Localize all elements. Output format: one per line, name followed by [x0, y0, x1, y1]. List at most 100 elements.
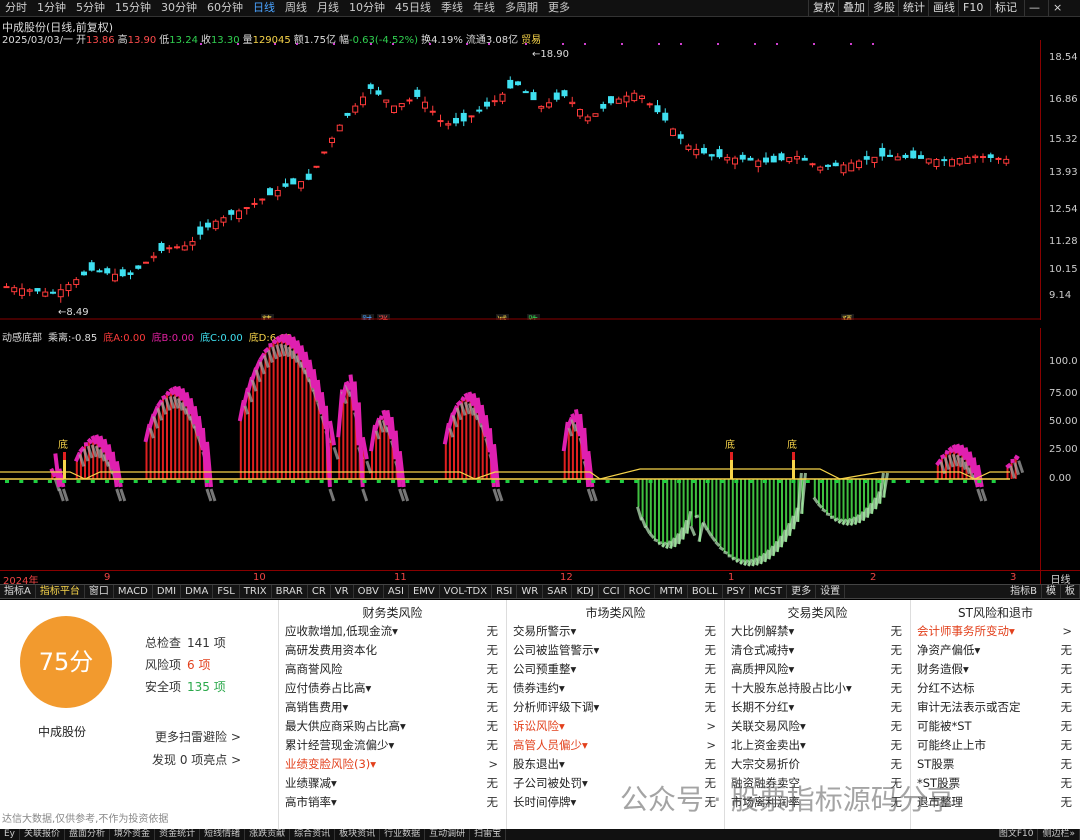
risk-item[interactable]: 会计师事务所变动▾ >: [917, 622, 1072, 641]
risk-item[interactable]: 大比例解禁▾ 无: [731, 622, 902, 641]
risk-item[interactable]: 净资产偏低▾ 无: [917, 641, 1072, 660]
indicator-tab[interactable]: ASI: [384, 585, 409, 598]
risk-item[interactable]: 可能终止上市 无: [917, 736, 1072, 755]
indicator-tab[interactable]: WR: [517, 585, 544, 598]
risk-item[interactable]: 可能被*ST 无: [917, 717, 1072, 736]
footer-right-tab[interactable]: 图文F10: [995, 829, 1039, 840]
indicator-chart[interactable]: 底底底: [0, 328, 1040, 570]
risk-item[interactable]: 分红不达标 无: [917, 679, 1072, 698]
indicator-tab[interactable]: CCI: [599, 585, 625, 598]
indicator-tab[interactable]: VR: [331, 585, 354, 598]
toolbar-button[interactable]: 复权: [808, 0, 839, 16]
template-tab[interactable]: 模: [1042, 585, 1061, 598]
indicator-tab[interactable]: 指标平台: [36, 585, 85, 598]
risk-item[interactable]: 北上资金卖出▾ 无: [731, 736, 902, 755]
footer-tab[interactable]: Ey: [0, 829, 21, 840]
risk-item[interactable]: 十大股东总持股占比小▾ 无: [731, 679, 902, 698]
indicator-tab[interactable]: 设置: [816, 585, 846, 598]
risk-item[interactable]: 高研发费用资本化 无: [285, 641, 498, 660]
indicator-tab[interactable]: 指标A: [0, 585, 36, 598]
footer-tab[interactable]: 综合资讯: [290, 829, 336, 840]
risk-item[interactable]: 高销售费用▾ 无: [285, 698, 498, 717]
risk-item[interactable]: 清仓式减持▾ 无: [731, 641, 902, 660]
risk-item[interactable]: 高管人员偏少▾ >: [513, 736, 716, 755]
risk-item[interactable]: 大宗交易折价 无: [731, 755, 902, 774]
period-tab[interactable]: 周线: [280, 0, 312, 16]
toolbar-button[interactable]: F10: [958, 0, 987, 16]
indicator-tab[interactable]: 窗口: [85, 585, 114, 598]
period-tab[interactable]: 1分钟: [32, 0, 71, 16]
indicator-tab[interactable]: PSY: [723, 585, 751, 598]
period-tab[interactable]: 60分钟: [202, 0, 248, 16]
indicator-tab[interactable]: CR: [308, 585, 331, 598]
risk-item[interactable]: 公司被监管警示▾ 无: [513, 641, 716, 660]
risk-item[interactable]: 债券违约▾ 无: [513, 679, 716, 698]
indicator-tab[interactable]: MACD: [114, 585, 153, 598]
indicator-tab[interactable]: MCST: [750, 585, 788, 598]
risk-item[interactable]: 财务造假▾ 无: [917, 660, 1072, 679]
period-tab[interactable]: 45日线: [390, 0, 436, 16]
footer-tab[interactable]: 资金统计: [155, 829, 201, 840]
toolbar-button[interactable]: 多股: [868, 0, 899, 16]
indicator-tab[interactable]: RSI: [492, 585, 518, 598]
more-scan-link[interactable]: 更多扫雷避险 >: [155, 728, 241, 745]
period-tab[interactable]: 月线: [312, 0, 344, 16]
period-tab[interactable]: 季线: [436, 0, 468, 16]
indicator-tab[interactable]: EMV: [409, 585, 440, 598]
highlights-link[interactable]: 发现 0 项亮点 >: [152, 751, 241, 768]
indicator-tab[interactable]: DMI: [153, 585, 182, 598]
risk-item[interactable]: 股东退出▾ 无: [513, 755, 716, 774]
risk-item[interactable]: 最大供应商采购占比高▾ 无: [285, 717, 498, 736]
period-tab[interactable]: 日线: [248, 0, 280, 16]
risk-item[interactable]: 业绩骤减▾ 无: [285, 774, 498, 793]
indicator-tab[interactable]: 更多: [787, 585, 817, 598]
period-tab[interactable]: 5分钟: [71, 0, 110, 16]
risk-item[interactable]: 审计无法表示或否定 无: [917, 698, 1072, 717]
indicator-tab[interactable]: BRAR: [272, 585, 308, 598]
footer-tab[interactable]: 板块资讯: [335, 829, 381, 840]
risk-item[interactable]: ST股票 无: [917, 755, 1072, 774]
period-tab[interactable]: 15分钟: [110, 0, 156, 16]
toolbar-button[interactable]: 标记: [990, 0, 1021, 16]
indicator-tab[interactable]: VOL-TDX: [440, 585, 493, 598]
risk-item[interactable]: 公司预重整▾ 无: [513, 660, 716, 679]
indicator-tab[interactable]: OBV: [354, 585, 384, 598]
risk-item[interactable]: 关联交易风险▾ 无: [731, 717, 902, 736]
risk-item[interactable]: 诉讼风险▾ >: [513, 717, 716, 736]
risk-item[interactable]: 高质押风险▾ 无: [731, 660, 902, 679]
indicator-tab[interactable]: DMA: [181, 585, 214, 598]
period-tab[interactable]: 分时: [0, 0, 32, 16]
footer-tab[interactable]: 扫雷宝: [470, 829, 507, 840]
footer-right-tab[interactable]: 侧边栏»: [1038, 829, 1080, 840]
indicator-tab[interactable]: BOLL: [688, 585, 723, 598]
risk-item[interactable]: 高商誉风险 无: [285, 660, 498, 679]
footer-tab[interactable]: 境外资金: [110, 829, 156, 840]
footer-tab[interactable]: 短线情绪: [200, 829, 246, 840]
footer-tab[interactable]: 涨跌贡献: [245, 829, 291, 840]
indicator-tab[interactable]: ROC: [625, 585, 656, 598]
toolbar-button[interactable]: 统计: [898, 0, 929, 16]
risk-item[interactable]: 应付债券占比高▾ 无: [285, 679, 498, 698]
period-tab[interactable]: 多周期: [500, 0, 543, 16]
risk-item[interactable]: 交易所警示▾ 无: [513, 622, 716, 641]
close-icon[interactable]: ×: [1048, 0, 1066, 16]
period-tab[interactable]: 年线: [468, 0, 500, 16]
footer-tab[interactable]: 盘面分析: [65, 829, 111, 840]
period-tab[interactable]: 更多: [543, 0, 575, 16]
indicator-tab[interactable]: KDJ: [572, 585, 599, 598]
toolbar-button[interactable]: 画线: [928, 0, 959, 16]
risk-item[interactable]: 高市销率▾ 无: [285, 793, 498, 812]
template-tab[interactable]: 板: [1061, 585, 1080, 598]
period-tab[interactable]: 30分钟: [156, 0, 202, 16]
risk-item[interactable]: 累计经营现金流偏少▾ 无: [285, 736, 498, 755]
risk-item[interactable]: 长期不分红▾ 无: [731, 698, 902, 717]
indicator-tab[interactable]: SAR: [543, 585, 573, 598]
risk-item[interactable]: 应收款增加,低现金流▾ 无: [285, 622, 498, 641]
indicator-tab[interactable]: TRIX: [240, 585, 272, 598]
candlestick-chart[interactable]: ←18.90←8.49精财涨减跌预: [0, 40, 1040, 320]
template-tab[interactable]: 指标B: [1006, 585, 1042, 598]
indicator-tab[interactable]: MTM: [655, 585, 688, 598]
footer-tab[interactable]: 关联报价: [20, 829, 66, 840]
toolbar-button[interactable]: 叠加: [838, 0, 869, 16]
indicator-tab[interactable]: FSL: [213, 585, 240, 598]
